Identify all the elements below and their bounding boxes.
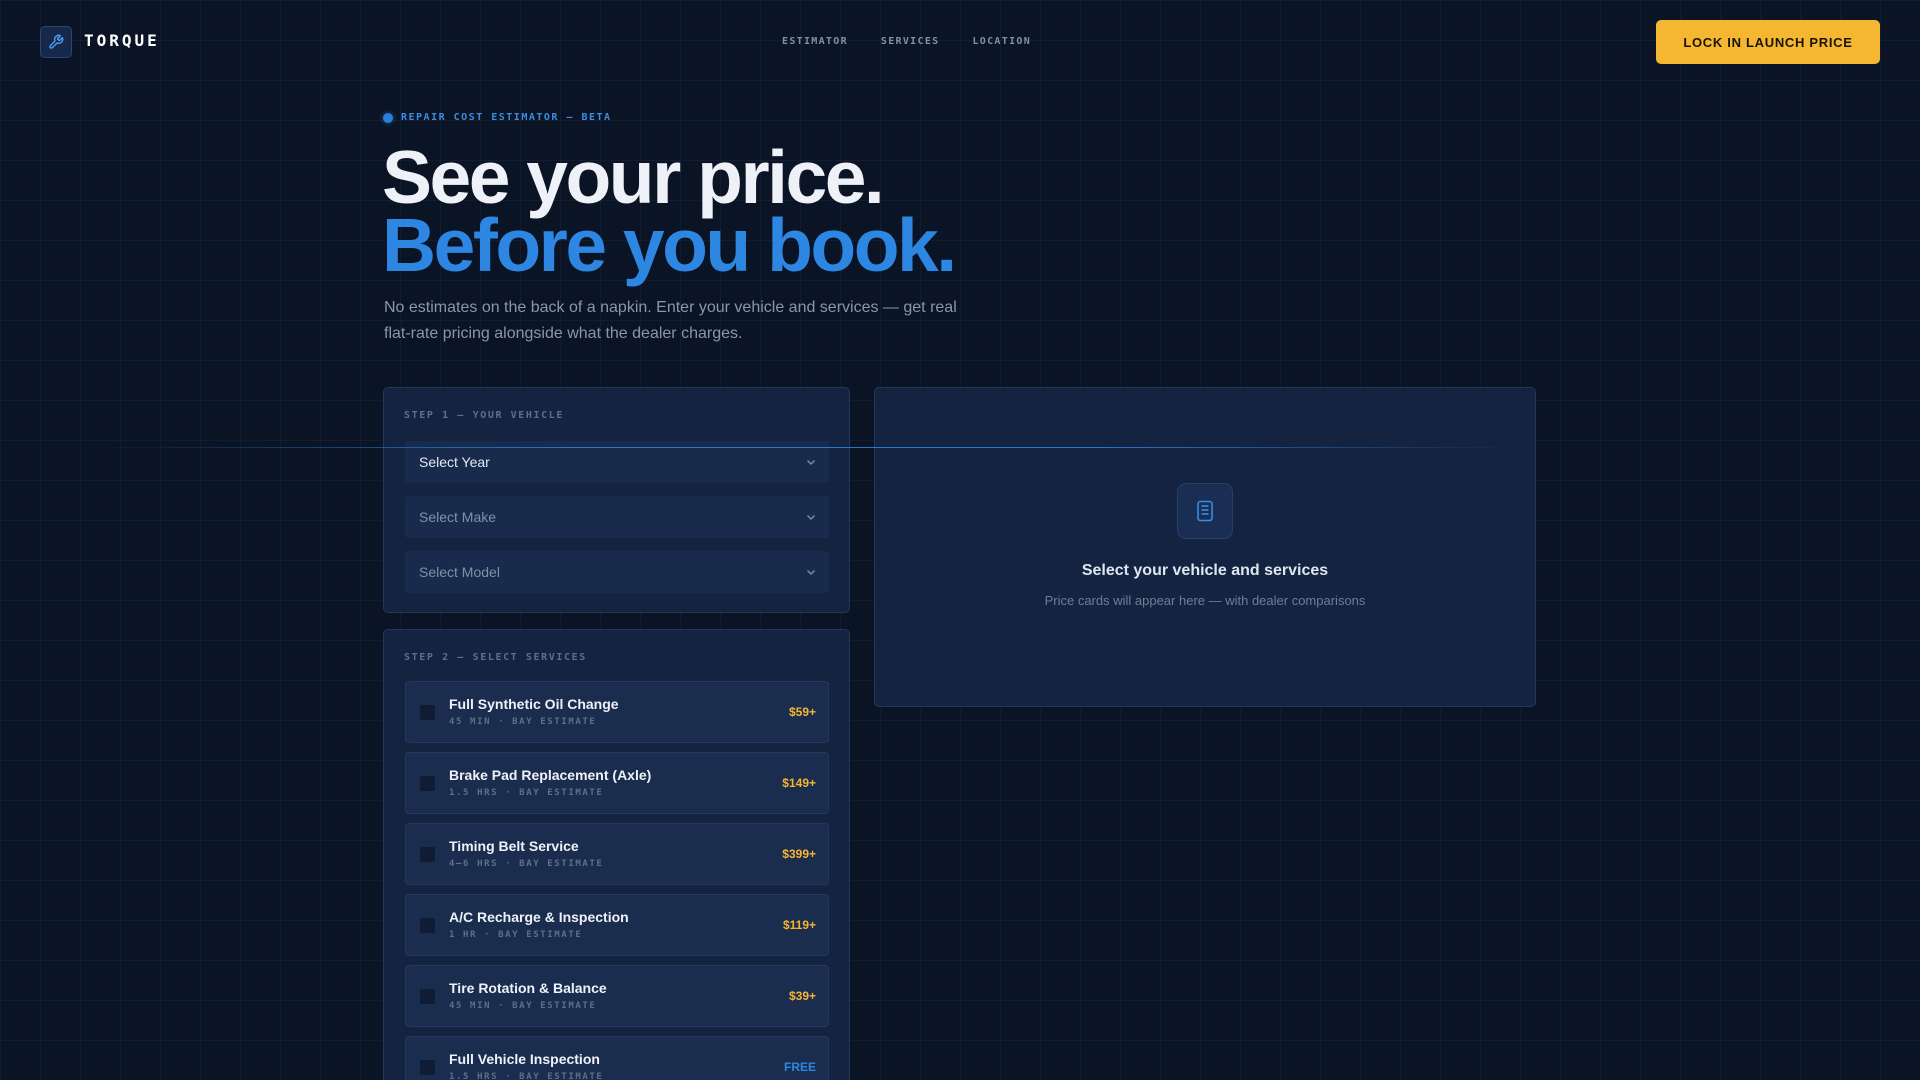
service-item[interactable]: A/C Recharge & Inspection 1 HR · BAY EST… [405,894,829,956]
service-checkbox[interactable] [420,989,435,1004]
service-checkbox[interactable] [420,918,435,933]
wrench-icon[interactable] [40,26,72,58]
kicker-text: REPAIR COST ESTIMATOR — BETA [401,112,612,123]
service-item[interactable]: Tire Rotation & Balance 45 MIN · BAY EST… [405,965,829,1027]
service-item[interactable]: Timing Belt Service 4–6 HRS · BAY ESTIMA… [405,823,829,885]
service-item[interactable]: Brake Pad Replacement (Axle) 1.5 HRS · B… [405,752,829,814]
service-price: $59+ [788,705,816,719]
nav-estimator[interactable]: ESTIMATOR [782,36,848,47]
services-panel: STEP 2 — SELECT SERVICES Full Synthetic … [383,629,850,1080]
service-price: $149+ [782,776,816,790]
chevron-down-icon [807,515,815,520]
make-select-value: Select Make [419,509,497,525]
service-meta: 4–6 HRS · BAY ESTIMATE [449,859,604,869]
scan-line [90,447,1520,448]
make-select[interactable]: Select Make [405,496,829,538]
service-price: $39+ [788,989,816,1003]
year-select-value: Select Year [419,454,490,470]
vehicle-panel: STEP 1 — YOUR VEHICLE Select Year Select… [383,387,850,613]
nav-services[interactable]: SERVICES [881,36,940,47]
results-empty-subtitle: Price cards will appear here — with deal… [1044,593,1366,608]
service-price: $399+ [782,847,816,861]
service-meta: 1.5 HRS · BAY ESTIMATE [449,788,604,798]
service-name: Brake Pad Replacement (Axle) [449,767,652,783]
service-meta: 1.5 HRS · BAY ESTIMATE [449,1072,604,1080]
brand-name[interactable]: TORQUE [84,31,160,50]
service-item[interactable]: Full Synthetic Oil Change 45 MIN · BAY E… [405,681,829,743]
model-select-value: Select Model [419,564,500,580]
lock-in-launch-price-button[interactable]: LOCK IN LAUNCH PRICE [1656,20,1880,64]
results-panel: Select your vehicle and services Price c… [874,387,1536,707]
service-name: Full Vehicle Inspection [449,1051,600,1067]
services-panel-label: STEP 2 — SELECT SERVICES [404,652,587,663]
kicker: REPAIR COST ESTIMATOR — BETA [383,112,612,123]
hero-subtitle: No estimates on the back of a napkin. En… [384,299,957,342]
service-name: Full Synthetic Oil Change [449,696,619,712]
chevron-down-icon [807,460,815,465]
status-dot-icon [383,112,393,123]
service-meta: 1 HR · BAY ESTIMATE [449,930,583,940]
chevron-down-icon [807,570,815,575]
service-checkbox[interactable] [420,847,435,862]
service-checkbox[interactable] [420,776,435,791]
results-empty-title: Select your vehicle and services [1081,562,1329,579]
site-header: TORQUE ESTIMATOR SERVICES LOCATION LOCK … [0,0,1920,84]
service-item[interactable]: Full Vehicle Inspection 1.5 HRS · BAY ES… [405,1036,829,1080]
service-price: FREE [783,1060,816,1074]
service-checkbox[interactable] [420,705,435,720]
vehicle-panel-label: STEP 1 — YOUR VEHICLE [404,410,565,421]
calculator-icon [1177,483,1233,539]
service-name: A/C Recharge & Inspection [449,909,629,925]
hero-title-line2: Before you book. [382,203,957,287]
service-price: $119+ [782,918,816,932]
model-select[interactable]: Select Model [405,551,829,593]
service-meta: 45 MIN · BAY ESTIMATE [449,717,597,727]
service-name: Tire Rotation & Balance [449,980,607,996]
nav-location[interactable]: LOCATION [972,36,1031,47]
service-name: Timing Belt Service [449,838,579,854]
main-nav: ESTIMATOR SERVICES LOCATION [782,36,1031,47]
service-checkbox[interactable] [420,1060,435,1075]
service-meta: 45 MIN · BAY ESTIMATE [449,1001,597,1011]
